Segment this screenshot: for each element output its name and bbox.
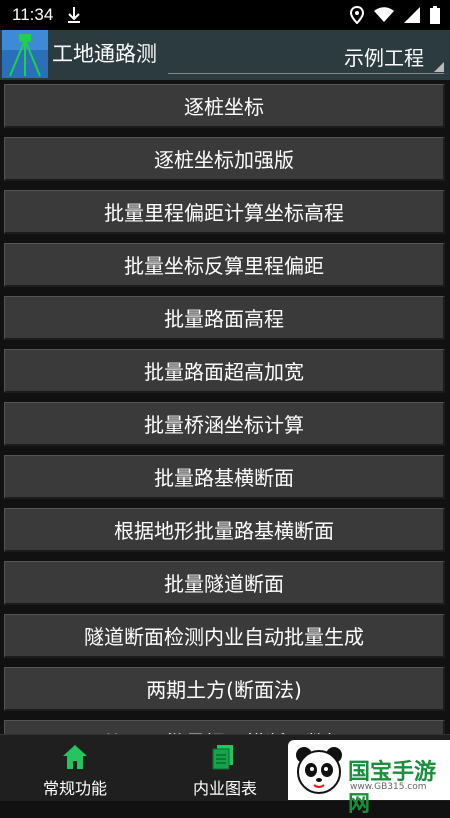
battery-icon <box>430 6 440 24</box>
home-icon <box>63 745 87 769</box>
app-logo-icon <box>2 30 48 78</box>
menu-item[interactable]: 批量坐标反算里程偏距 <box>4 243 445 287</box>
app-title: 工地通路测 <box>52 42 157 66</box>
menu-item[interactable]: 从CAD批量提取横断面数据 <box>4 720 445 734</box>
project-name: 示例工程 <box>344 46 424 70</box>
tab-general-functions[interactable]: 常规功能 <box>5 735 145 801</box>
menu-item[interactable]: 根据地形批量路基横断面 <box>4 508 445 552</box>
watermark-url: www.GB315.com <box>350 782 427 792</box>
menu-item[interactable]: 批量里程偏距计算坐标高程 <box>4 190 445 234</box>
dropdown-corner-icon <box>434 62 444 72</box>
project-selector[interactable]: 示例工程 <box>168 42 448 76</box>
status-bar: 11:34 <box>0 0 450 30</box>
project-underline <box>168 73 444 74</box>
panda-icon <box>296 747 342 794</box>
watermark-logo: 国宝手游网 www.GB315.com <box>288 740 450 817</box>
menu-item[interactable]: 批量隧道断面 <box>4 561 445 605</box>
menu-item[interactable]: 隧道断面检测内业自动批量生成 <box>4 614 445 658</box>
tab-office-charts[interactable]: 内业图表 <box>155 735 295 801</box>
tab-label: 内业图表 <box>192 779 257 798</box>
menu-item[interactable]: 逐桩坐标加强版 <box>4 137 445 181</box>
download-icon <box>68 7 81 23</box>
status-time: 11:34 <box>12 5 54 24</box>
menu-item[interactable]: 批量路面高程 <box>4 296 445 340</box>
menu-item[interactable]: 两期土方(断面法) <box>4 667 445 711</box>
menu-item[interactable]: 批量路基横断面 <box>4 455 445 499</box>
tab-label: 常规功能 <box>42 779 107 798</box>
signal-icon <box>404 7 420 23</box>
location-icon <box>350 6 364 24</box>
function-list[interactable]: 逐桩坐标 逐桩坐标加强版 批量里程偏距计算坐标高程 批量坐标反算里程偏距 批量路… <box>0 84 450 734</box>
menu-item[interactable]: 批量路面超高加宽 <box>4 349 445 393</box>
app-bar: 工地通路测 示例工程 <box>0 30 450 80</box>
menu-item[interactable]: 批量桥涵坐标计算 <box>4 402 445 446</box>
documents-icon <box>212 745 233 770</box>
menu-item[interactable]: 逐桩坐标 <box>4 84 445 128</box>
wifi-icon <box>374 7 394 22</box>
